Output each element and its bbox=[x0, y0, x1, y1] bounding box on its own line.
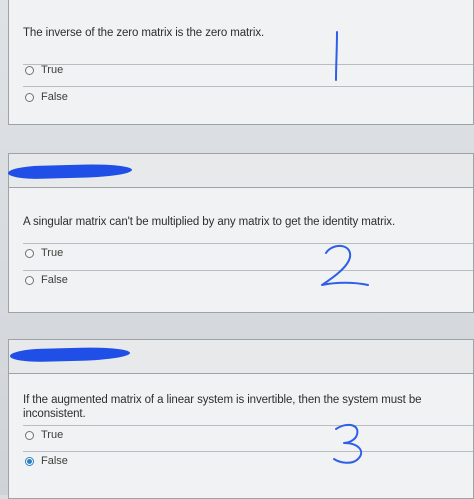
question-text-2: A singular matrix can't be multiplied by… bbox=[23, 216, 396, 228]
option-false-q2[interactable]: False bbox=[25, 272, 68, 288]
option-label: False bbox=[41, 455, 68, 467]
option-label: True bbox=[41, 64, 64, 76]
divider bbox=[23, 425, 473, 426]
option-label: False bbox=[41, 91, 68, 103]
radio-button-selected[interactable] bbox=[25, 456, 34, 466]
handwritten-number-1 bbox=[335, 31, 338, 81]
handwritten-number-2 bbox=[321, 245, 369, 286]
radio-dot bbox=[27, 458, 32, 464]
option-false-q1[interactable]: False bbox=[25, 89, 68, 105]
option-true-q3[interactable]: True bbox=[25, 427, 63, 443]
question-card-1: The inverse of the zero matrix is the ze… bbox=[8, 0, 474, 135]
radio-button[interactable] bbox=[25, 248, 34, 258]
option-label: True bbox=[41, 247, 64, 259]
question-body-1: The inverse of the zero matrix is the ze… bbox=[8, 0, 474, 125]
option-label: True bbox=[41, 429, 64, 441]
question-card-3: If the augmented matrix of a linear syst… bbox=[8, 339, 474, 499]
divider bbox=[23, 270, 473, 271]
divider bbox=[23, 451, 473, 452]
radio-button[interactable] bbox=[25, 275, 34, 285]
option-label: False bbox=[41, 274, 68, 286]
option-true-q2[interactable]: True bbox=[25, 245, 63, 261]
quiz-page: The inverse of the zero matrix is the ze… bbox=[0, 0, 474, 499]
option-true-q1[interactable]: True bbox=[25, 62, 63, 78]
question-text-1: The inverse of the zero matrix is the ze… bbox=[23, 27, 265, 39]
question-body-2: A singular matrix can't be multiplied by… bbox=[8, 187, 474, 313]
question-card-2: A singular matrix can't be multiplied by… bbox=[7, 153, 474, 313]
divider bbox=[23, 64, 473, 65]
radio-button[interactable] bbox=[25, 65, 34, 75]
question-text-3: If the augmented matrix of a linear syst… bbox=[23, 394, 422, 420]
radio-button[interactable] bbox=[25, 430, 34, 440]
handwritten-number-3 bbox=[333, 423, 363, 464]
radio-button[interactable] bbox=[25, 92, 34, 102]
divider bbox=[23, 86, 473, 87]
question-body-3: If the augmented matrix of a linear syst… bbox=[8, 373, 474, 499]
divider bbox=[23, 243, 473, 244]
option-false-q3[interactable]: False bbox=[25, 453, 68, 469]
